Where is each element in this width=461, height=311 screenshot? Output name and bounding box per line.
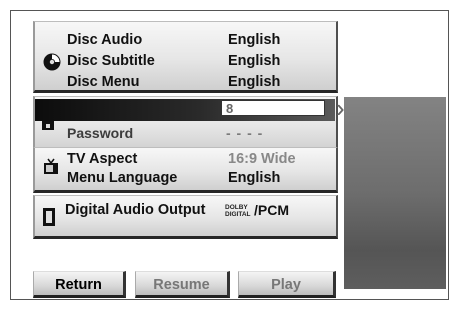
play-button[interactable]: Play	[238, 271, 336, 298]
audio-settings-panel: Digital Audio Output DOLBY DIGITAL /PCM	[33, 195, 338, 239]
dolby-digital-logo: DOLBY DIGITAL	[225, 204, 251, 218]
pcm-value[interactable]: /PCM	[254, 200, 289, 220]
disc-menu-label[interactable]: Disc Menu	[67, 72, 140, 92]
tv-aspect-label[interactable]: TV Aspect	[67, 149, 137, 169]
disc-settings-panel: Disc Audio English Disc Subtitle English…	[33, 21, 338, 93]
resume-button[interactable]: Resume	[135, 271, 230, 298]
lock-icon	[42, 121, 54, 130]
disc-menu-value[interactable]: English	[228, 72, 280, 92]
menu-language-value[interactable]: English	[228, 168, 280, 188]
tv-aspect-value[interactable]: 16:9 Wide	[228, 149, 296, 169]
tv-icon	[44, 158, 58, 174]
display-settings-panel: TV Aspect 16:9 Wide Menu Language Englis…	[33, 147, 338, 193]
digital-audio-output-label[interactable]: Digital Audio Output	[65, 200, 205, 220]
lock-entry-field[interactable]: 8	[221, 100, 325, 116]
password-label[interactable]: Password	[67, 123, 133, 143]
dolby-text: DOLBY	[225, 204, 248, 211]
password-value[interactable]: - - - -	[226, 123, 263, 143]
disc-audio-value[interactable]: English	[228, 30, 280, 50]
digital-text: DIGITAL	[225, 211, 251, 218]
preview-area	[344, 97, 446, 289]
return-button[interactable]: Return	[33, 271, 126, 298]
disc-icon	[43, 53, 61, 71]
disc-subtitle-value[interactable]: English	[228, 51, 280, 71]
disc-subtitle-label[interactable]: Disc Subtitle	[67, 51, 155, 71]
disc-audio-label[interactable]: Disc Audio	[67, 30, 142, 50]
menu-language-label[interactable]: Menu Language	[67, 168, 177, 188]
setup-menu-screen: Disc Audio English Disc Subtitle English…	[10, 10, 449, 300]
speaker-icon	[43, 208, 55, 226]
